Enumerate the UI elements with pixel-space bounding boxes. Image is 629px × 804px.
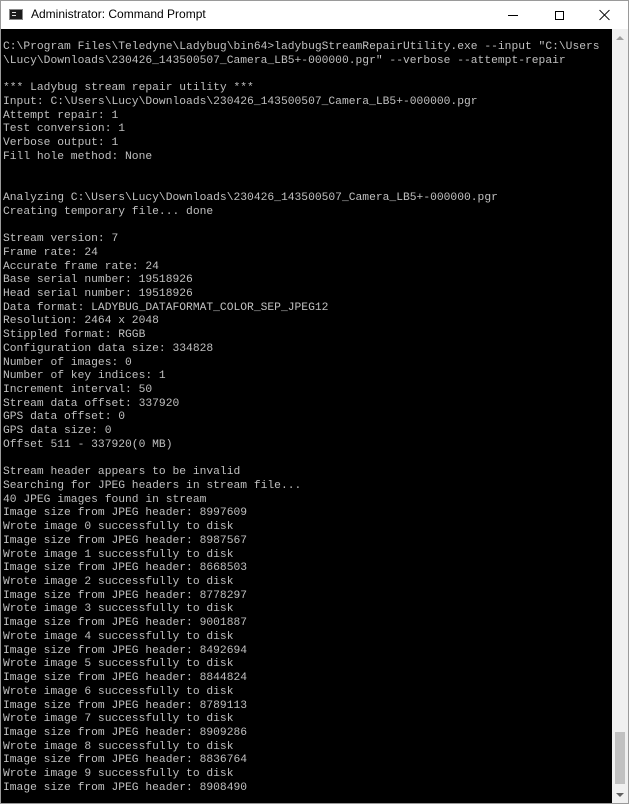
console-line: Head serial number: 19518926 xyxy=(3,287,193,300)
console-line: Offset 511 - 337920(0 MB) xyxy=(3,438,173,451)
console-line: Frame rate: 24 xyxy=(3,246,98,259)
console-line: Wrote image 4 successfully to disk xyxy=(3,630,234,643)
scroll-up-arrow-icon xyxy=(616,35,624,40)
console-line: \Lucy\Downloads\230426_143500507_Camera_… xyxy=(3,54,566,67)
console-line: 40 JPEG images found in stream xyxy=(3,493,207,506)
console-line: Number of key indices: 1 xyxy=(3,370,166,383)
console-line: Resolution: 2464 x 2048 xyxy=(3,315,159,328)
scroll-up-button[interactable] xyxy=(612,29,628,46)
maximize-button[interactable] xyxy=(536,1,582,29)
console-line: Image size from JPEG header: 8908490 xyxy=(3,781,248,794)
console-line: Image size from JPEG header: 8909286 xyxy=(3,726,248,739)
console-line: Attempt repair: 1 xyxy=(3,109,119,122)
console-line: GPS data offset: 0 xyxy=(3,411,126,424)
console-line: Creating temporary file... done xyxy=(3,205,214,218)
title-bar[interactable]: Administrator: Command Prompt xyxy=(1,1,628,29)
console-line: GPS data size: 0 xyxy=(3,425,112,438)
console-line: Stream data offset: 337920 xyxy=(3,397,180,410)
console-line: *** Ladybug stream repair utility *** xyxy=(3,82,254,95)
console-line: Analyzing C:\Users\Lucy\Downloads\230426… xyxy=(3,191,498,204)
console-line: Stream header appears to be invalid xyxy=(3,466,241,479)
console-line: C:\Program Files\Teledyne\Ladybug\bin64>… xyxy=(3,41,600,53)
minimize-icon xyxy=(508,14,518,16)
console-line: Image size from JPEG header: 8668503 xyxy=(3,562,248,575)
console-line: Image size from JPEG header: 8778297 xyxy=(3,589,248,602)
console-line: Wrote image 3 successfully to disk xyxy=(3,603,234,616)
console-line: Wrote image 8 successfully to disk xyxy=(3,740,234,753)
console-line: Number of images: 0 xyxy=(3,356,132,369)
console-line: Input: C:\Users\Lucy\Downloads\230426_14… xyxy=(3,95,478,108)
console-line: Searching for JPEG headers in stream fil… xyxy=(3,480,302,492)
console-line: Wrote image 6 successfully to disk xyxy=(3,685,234,698)
console-line: Base serial number: 19518926 xyxy=(3,274,193,287)
close-icon xyxy=(599,9,611,21)
console-line: Image size from JPEG header: 9001887 xyxy=(3,617,248,630)
console-line: Configuration data size: 334828 xyxy=(3,342,214,355)
close-button[interactable] xyxy=(582,1,628,29)
console-line: Wrote image 2 successfully to disk xyxy=(3,576,234,589)
window-title: Administrator: Command Prompt xyxy=(31,7,206,21)
console-output-area[interactable]: C:\Program Files\Teledyne\Ladybug\bin64>… xyxy=(1,29,612,803)
vertical-scrollbar[interactable] xyxy=(612,29,628,803)
console-line: Fill hole method: None xyxy=(3,150,153,163)
minimize-button[interactable] xyxy=(490,1,536,29)
console-line: Test conversion: 1 xyxy=(3,123,126,136)
maximize-icon xyxy=(554,10,564,20)
console-line: Wrote image 9 successfully to disk xyxy=(3,768,234,781)
console-line: Wrote image 5 successfully to disk xyxy=(3,658,234,671)
console-text: C:\Program Files\Teledyne\Ladybug\bin64>… xyxy=(1,29,612,796)
console-line: Accurate frame rate: 24 xyxy=(3,260,159,273)
console-line: Wrote image 7 successfully to disk xyxy=(3,713,234,726)
console-line: Increment interval: 50 xyxy=(3,383,153,396)
console-line: Verbose output: 1 xyxy=(3,137,119,150)
console-line: Image size from JPEG header: 8997609 xyxy=(3,507,248,520)
console-line: Image size from JPEG header: 8492694 xyxy=(3,644,248,657)
console-line: Data format: LADYBUG_DATAFORMAT_COLOR_SE… xyxy=(3,301,329,314)
console-line: Wrote image 1 successfully to disk xyxy=(3,548,234,561)
command-prompt-icon[interactable] xyxy=(9,9,23,20)
console-line: Image size from JPEG header: 8836764 xyxy=(3,754,248,767)
console-line: Image size from JPEG header: 8987567 xyxy=(3,534,248,547)
console-line: Wrote image 0 successfully to disk xyxy=(3,521,234,534)
console-line: Image size from JPEG header: 8789113 xyxy=(3,699,248,712)
scroll-down-arrow-icon xyxy=(616,792,624,797)
scroll-down-button[interactable] xyxy=(612,786,628,803)
console-line: Stream version: 7 xyxy=(3,233,119,246)
console-line: Image size from JPEG header: 8844824 xyxy=(3,672,248,685)
command-prompt-window: Administrator: Command Prompt C:\Program… xyxy=(0,0,629,804)
console-line: Stippled format: RGGB xyxy=(3,329,146,342)
scrollbar-thumb[interactable] xyxy=(615,732,625,784)
